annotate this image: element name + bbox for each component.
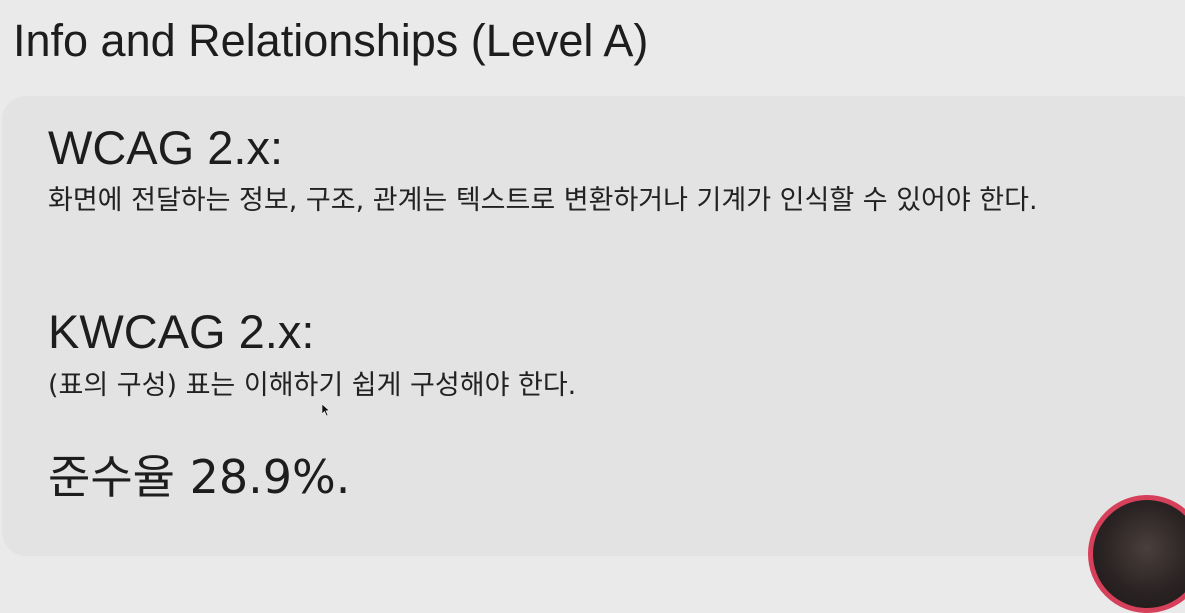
wcag-description: 화면에 전달하는 정보, 구조, 관계는 텍스트로 변환하거나 기계가 인식할 …: [48, 185, 1038, 216]
page-title: Info and Relationships (Level A): [13, 15, 649, 66]
compliance-rate: 준수율 28.9%.: [48, 450, 351, 504]
wcag-heading: WCAG 2.x:: [48, 121, 284, 174]
kwcag-description: (표의 구성) 표는 이해하기 쉽게 구성해야 한다.: [48, 370, 577, 401]
kwcag-heading: KWCAG 2.x:: [48, 305, 315, 358]
mouse-pointer-icon: [322, 404, 330, 416]
